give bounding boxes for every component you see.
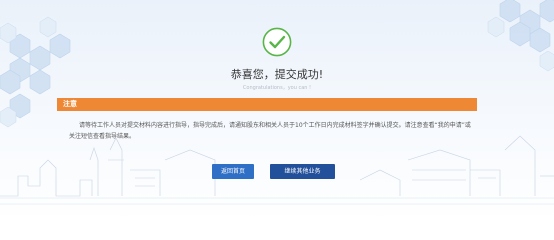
notice-header-bar: 注意: [57, 98, 477, 111]
return-home-button[interactable]: 返回首页: [212, 164, 254, 179]
success-subtitle: Congratulations，you can !: [242, 85, 312, 91]
continue-business-button[interactable]: 继续其他业务: [270, 164, 335, 179]
check-circle-icon: [262, 27, 292, 57]
notice-text: 请等待工作人员对提交材料内容进行指导，指导完成后，请通知股东和相关人员于10个工…: [69, 122, 471, 140]
notice-label: 注意: [63, 100, 77, 108]
success-title: 恭喜您，提交成功!: [230, 68, 324, 81]
success-page: 恭喜您，提交成功! Congratulations，you can ! 注意 请…: [0, 0, 554, 222]
